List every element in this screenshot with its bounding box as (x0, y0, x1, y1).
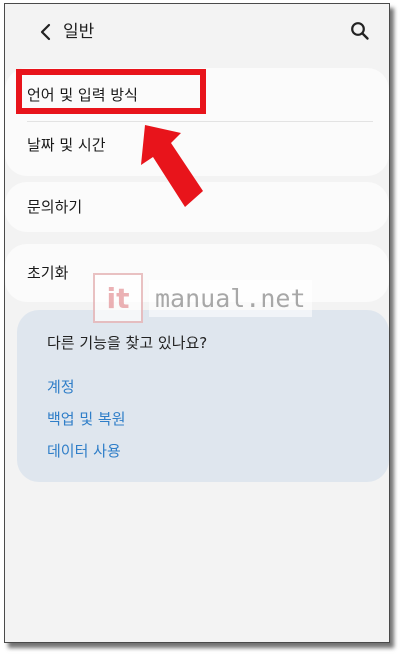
menu-item-inquiry[interactable]: 문의하기 (27, 196, 82, 218)
settings-group-reset: 초기화 (5, 244, 389, 302)
divider (27, 121, 373, 122)
back-button[interactable] (35, 21, 55, 43)
suggestion-link-backup-restore[interactable]: 백업 및 복원 (47, 408, 126, 430)
settings-group-inquiry: 문의하기 (5, 182, 389, 232)
menu-item-date-time[interactable]: 날짜 및 시간 (27, 134, 106, 156)
phone-screen: 일반 언어 및 입력 방식 날짜 및 시간 문의하기 초기화 다른 기능을 찾고… (4, 3, 390, 643)
suggestion-link-data-usage[interactable]: 데이터 사용 (47, 440, 121, 462)
menu-item-language-input[interactable]: 언어 및 입력 방식 (27, 84, 138, 106)
menu-item-reset[interactable]: 초기화 (27, 262, 68, 284)
suggestion-card: 다른 기능을 찾고 있나요? 계정 백업 및 복원 데이터 사용 (17, 310, 389, 482)
app-bar: 일반 (5, 4, 389, 60)
search-icon (351, 22, 369, 40)
suggestion-link-account[interactable]: 계정 (47, 376, 75, 398)
chevron-left-icon (40, 23, 51, 41)
search-button[interactable] (349, 20, 371, 42)
page-title: 일반 (63, 22, 95, 42)
settings-group-language-date: 언어 및 입력 방식 날짜 및 시간 (5, 68, 389, 176)
suggestion-question: 다른 기능을 찾고 있나요? (47, 334, 208, 352)
